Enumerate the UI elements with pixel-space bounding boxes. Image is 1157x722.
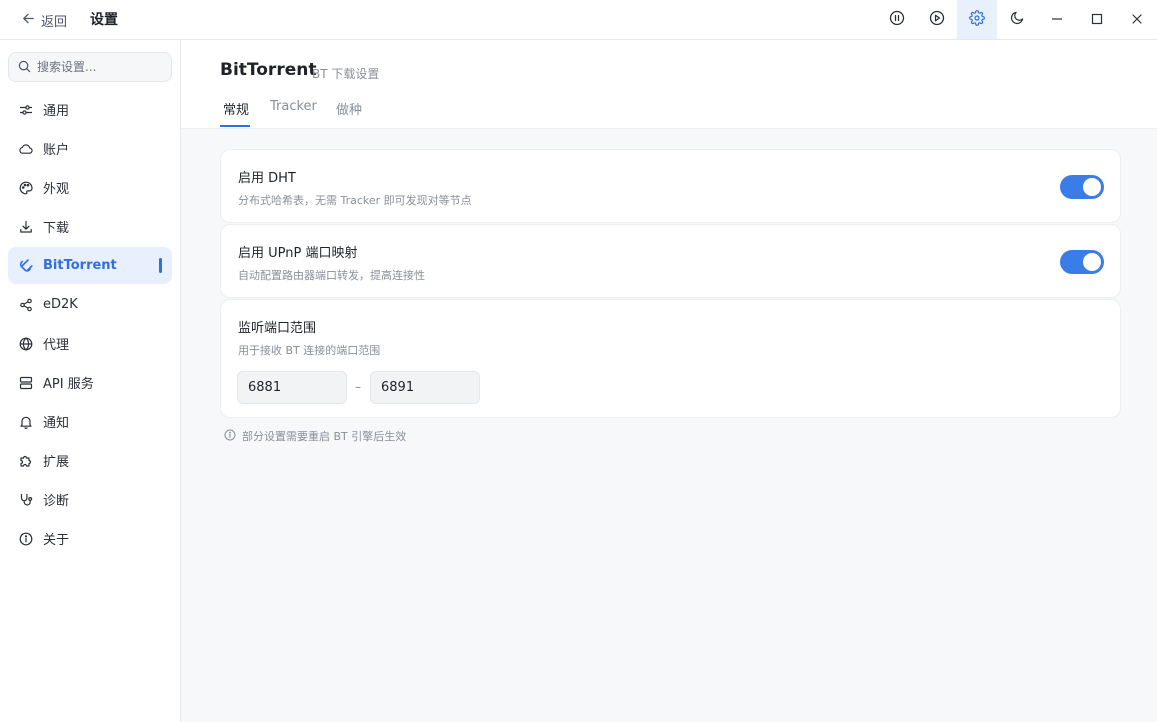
- port-to-input[interactable]: [370, 371, 480, 404]
- sidebar-item-label: 下载: [43, 221, 70, 236]
- title-bar: 返回 设置: [0, 0, 1157, 40]
- active-indicator: [159, 258, 162, 273]
- info-icon: [224, 429, 236, 444]
- bell-icon: [18, 414, 33, 429]
- toggle-knob: [1083, 178, 1101, 196]
- dht-toggle[interactable]: [1060, 175, 1104, 199]
- sidebar-item-appearance[interactable]: 外观: [8, 169, 172, 206]
- moon-icon: [1010, 10, 1025, 29]
- magnet-icon: [18, 258, 33, 273]
- sidebar-item-label: 通用: [43, 104, 70, 119]
- sidebar-item-label: 代理: [43, 338, 70, 353]
- tab-tracker[interactable]: Tracker: [270, 99, 317, 114]
- port-range-title: 监听端口范围: [238, 321, 317, 336]
- info-icon: [18, 531, 33, 546]
- maximize-icon: [1091, 10, 1103, 29]
- sidebar-item-api-service[interactable]: API 服务: [8, 364, 172, 401]
- tab-general[interactable]: 常规: [223, 99, 249, 118]
- sidebar-item-label: 账户: [43, 143, 70, 158]
- sidebar-item-extensions[interactable]: 扩展: [8, 442, 172, 479]
- theme-toggle-button[interactable]: [997, 0, 1037, 39]
- upnp-setting-card: 启用 UPnP 端口映射 自动配置路由器端口转发，提高连接性: [220, 224, 1121, 298]
- sidebar: 通用 账户 外观 下载 BitTorrent eD2K 代理: [0, 40, 181, 722]
- minimize-icon: [1051, 10, 1063, 29]
- upnp-toggle[interactable]: [1060, 250, 1104, 274]
- arrow-left-icon: [22, 12, 35, 29]
- pause-circle-icon: [889, 10, 905, 30]
- palette-icon: [18, 180, 33, 195]
- server-icon: [18, 375, 33, 390]
- share-icon: [18, 297, 33, 312]
- settings-button[interactable]: [957, 0, 997, 39]
- minimize-button[interactable]: [1037, 0, 1077, 39]
- back-label: 返回: [41, 14, 68, 30]
- page-subtitle: BT 下载设置: [312, 67, 380, 81]
- maximize-button[interactable]: [1077, 0, 1117, 39]
- play-button[interactable]: [917, 0, 957, 39]
- sidebar-item-label: 外观: [43, 182, 70, 197]
- sidebar-item-label: 诊断: [43, 494, 70, 509]
- puzzle-icon: [18, 453, 33, 468]
- upnp-title: 启用 UPnP 端口映射: [238, 246, 358, 261]
- sidebar-item-proxy[interactable]: 代理: [8, 325, 172, 362]
- sidebar-item-label: BitTorrent: [43, 258, 117, 273]
- pause-button[interactable]: [877, 0, 917, 39]
- toggle-knob: [1083, 253, 1101, 271]
- search-icon: [18, 58, 31, 77]
- sidebar-item-label: eD2K: [43, 297, 78, 312]
- sidebar-item-download[interactable]: 下载: [8, 208, 172, 245]
- close-icon: [1131, 10, 1143, 29]
- download-icon: [18, 219, 33, 234]
- sidebar-item-account[interactable]: 账户: [8, 130, 172, 167]
- port-range-description: 用于接收 BT 连接的端口范围: [238, 344, 381, 357]
- sidebar-item-bittorrent[interactable]: BitTorrent: [8, 247, 172, 284]
- sidebar-item-about[interactable]: 关于: [8, 520, 172, 557]
- window-title: 设置: [90, 12, 118, 28]
- dht-description: 分布式哈希表，无需 Tracker 即可发现对等节点: [238, 194, 472, 207]
- sidebar-item-label: API 服务: [43, 377, 94, 392]
- search-box[interactable]: [8, 52, 172, 82]
- dht-title: 启用 DHT: [238, 171, 296, 186]
- range-separator: –: [355, 380, 361, 394]
- sidebar-item-notifications[interactable]: 通知: [8, 403, 172, 440]
- restart-footnote: 部分设置需要重启 BT 引擎后生效: [224, 428, 406, 444]
- play-circle-icon: [929, 10, 945, 30]
- footnote-text: 部分设置需要重启 BT 引擎后生效: [242, 430, 407, 443]
- dht-setting-card: 启用 DHT 分布式哈希表，无需 Tracker 即可发现对等节点: [220, 149, 1121, 223]
- sidebar-item-label: 通知: [43, 416, 70, 431]
- sidebar-item-label: 扩展: [43, 455, 70, 470]
- port-range-card: 监听端口范围 用于接收 BT 连接的端口范围 –: [220, 299, 1121, 418]
- port-from-input[interactable]: [237, 371, 347, 404]
- gear-icon: [969, 9, 985, 30]
- sliders-icon: [18, 102, 33, 117]
- globe-icon: [18, 336, 33, 351]
- search-input[interactable]: [37, 60, 157, 74]
- sidebar-item-general[interactable]: 通用: [8, 91, 172, 128]
- tab-seeding[interactable]: 做种: [336, 99, 362, 118]
- sidebar-item-ed2k[interactable]: eD2K: [8, 286, 172, 323]
- sidebar-item-diagnostics[interactable]: 诊断: [8, 481, 172, 518]
- cloud-icon: [18, 141, 33, 156]
- tab-active-underline: [220, 125, 250, 127]
- page-header: BitTorrent BT 下载设置 常规 Tracker 做种: [181, 40, 1157, 129]
- page-title: BitTorrent: [220, 60, 317, 80]
- stethoscope-icon: [18, 492, 33, 507]
- back-button[interactable]: 返回: [22, 10, 67, 30]
- sidebar-item-label: 关于: [43, 533, 70, 548]
- main-content: BitTorrent BT 下载设置 常规 Tracker 做种 启用 DHT …: [181, 40, 1157, 722]
- upnp-description: 自动配置路由器端口转发，提高连接性: [238, 269, 425, 282]
- close-button[interactable]: [1117, 0, 1157, 39]
